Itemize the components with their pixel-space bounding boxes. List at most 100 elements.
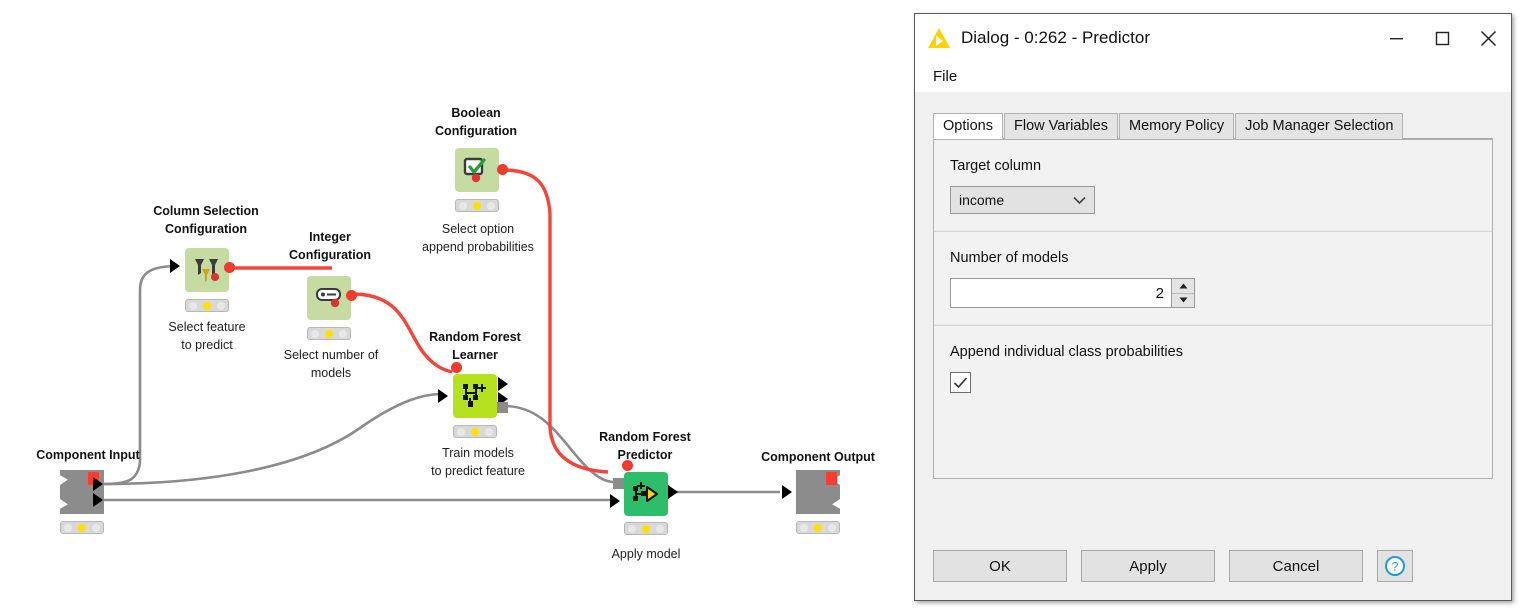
status-dot-right [92, 523, 100, 532]
dialog-menubar[interactable]: File [915, 62, 1511, 92]
append-probabilities-group: Append individual class probabilities [934, 326, 1492, 393]
column-selection-flow-out-port[interactable] [224, 262, 235, 273]
predictor-out-port[interactable] [668, 485, 678, 499]
node-label-component-output: Component Output [761, 450, 875, 464]
status-dot-center [78, 523, 86, 532]
input-port-1[interactable] [93, 477, 103, 491]
number-of-models-stepper[interactable]: 2 [950, 278, 1195, 308]
output-red-flag-icon [826, 472, 837, 485]
column-filter-icon [195, 259, 219, 282]
status-dot-left [628, 524, 636, 533]
status-dot-right [487, 201, 495, 210]
status-column-selection [185, 299, 229, 312]
predictor-data-in-port[interactable] [610, 494, 620, 508]
status-dot-left [189, 301, 197, 310]
learner-out-port-1[interactable] [498, 377, 508, 391]
cancel-button[interactable]: Cancel [1229, 550, 1363, 582]
dialog-titlebar[interactable]: Dialog - 0:262 - Predictor [915, 14, 1511, 62]
node-desc-boolean-configuration: Select option append probabilities [422, 222, 534, 255]
node-label-boolean-configuration: Boolean Configuration [435, 106, 517, 139]
predictor-model-in-port[interactable] [613, 478, 624, 489]
knime-triangle-icon [928, 28, 950, 48]
maximize-icon[interactable] [1419, 15, 1465, 61]
tab-memory-policy[interactable]: Memory Policy [1119, 113, 1235, 139]
target-column-select[interactable]: income [950, 186, 1095, 214]
integer-config-flow-out-port[interactable] [346, 290, 357, 301]
ok-button[interactable]: OK [933, 550, 1067, 582]
help-button[interactable]: ? [1377, 550, 1413, 582]
boolean-config-flow-out-port[interactable] [497, 164, 508, 175]
number-of-models-group: Number of models 2 [934, 232, 1492, 308]
stepper-down-icon[interactable] [1172, 294, 1194, 308]
apply-button[interactable]: Apply [1081, 550, 1215, 582]
random-forest-learner-icon [463, 384, 486, 407]
status-integer-config [307, 327, 351, 340]
status-component-output [796, 521, 840, 534]
close-icon[interactable] [1465, 15, 1511, 61]
node-label-integer-configuration: Integer Configuration [289, 230, 371, 263]
node-desc-integer-configuration: Select number of models [283, 348, 379, 381]
boolean-checkbox-icon [463, 157, 486, 183]
output-port-1[interactable] [782, 485, 792, 499]
random-forest-learner-box[interactable] [453, 374, 497, 418]
options-panel: Target column income Number of models 2 [933, 139, 1493, 479]
random-forest-predictor-box[interactable] [624, 472, 668, 516]
status-dot-left [311, 329, 319, 338]
append-probabilities-checkbox[interactable] [950, 372, 971, 393]
tab-job-manager-selection[interactable]: Job Manager Selection [1235, 113, 1404, 139]
status-dot-right [339, 329, 347, 338]
learner-flow-in-port[interactable] [451, 362, 462, 373]
status-random-forest-predictor [624, 522, 668, 535]
number-of-models-label: Number of models [950, 250, 1069, 266]
stepper-up-icon[interactable] [1172, 279, 1194, 294]
connection-wires [103, 168, 780, 502]
integer-spinner-icon [316, 288, 341, 308]
target-column-group: Target column income [934, 140, 1492, 214]
node-desc-random-forest-predictor: Apply model [611, 547, 681, 561]
help-icon: ? [1385, 556, 1405, 576]
status-dot-left [64, 523, 72, 532]
status-dot-left [457, 427, 465, 436]
tab-options[interactable]: Options [933, 113, 1003, 139]
status-dot-center [471, 427, 479, 436]
chevron-down-icon [1073, 196, 1086, 204]
menu-item-file[interactable]: File [933, 68, 957, 85]
integer-config-box[interactable] [307, 276, 351, 320]
status-dot-right [656, 524, 664, 533]
learner-model-out-port[interactable] [497, 402, 508, 413]
status-dot-center [325, 329, 333, 338]
minimize-icon[interactable] [1373, 15, 1419, 61]
checkmark-icon [953, 376, 968, 388]
workflow-canvas[interactable]: Component Input Column Selection Configu… [0, 0, 900, 616]
learner-data-in-port[interactable] [438, 389, 448, 403]
node-label-component-input: Component Input [36, 448, 140, 462]
status-boolean-config [455, 199, 499, 212]
column-selection-box[interactable] [185, 248, 229, 292]
status-dot-right [828, 523, 836, 532]
input-port-2[interactable] [93, 493, 103, 507]
column-selection-input-port[interactable] [170, 259, 180, 273]
stepper-arrows[interactable] [1171, 279, 1194, 307]
status-dot-center [642, 524, 650, 533]
dialog-tabstrip[interactable]: Options Flow Variables Memory Policy Job… [933, 112, 1493, 139]
status-dot-right [485, 427, 493, 436]
status-dot-center [814, 523, 822, 532]
svg-text:?: ? [1392, 560, 1399, 574]
tab-flow-variables[interactable]: Flow Variables [1003, 113, 1119, 139]
predictor-dialog-window[interactable]: Dialog - 0:262 - Predictor File Options … [914, 13, 1512, 601]
node-desc-random-forest-learner: Train models to predict feature [431, 446, 525, 479]
status-component-input [60, 521, 104, 534]
random-forest-predictor-icon [633, 482, 658, 502]
target-column-label: Target column [950, 158, 1042, 174]
status-dot-left [800, 523, 808, 532]
status-dot-center [203, 301, 211, 310]
target-column-value: income [959, 192, 1005, 208]
status-random-forest-learner [453, 425, 497, 438]
node-label-random-forest-learner: Random Forest Learner [429, 330, 521, 363]
status-dot-left [459, 201, 467, 210]
dialog-title: Dialog - 0:262 - Predictor [961, 28, 1150, 47]
boolean-config-box[interactable] [455, 148, 499, 192]
status-dot-center [473, 201, 481, 210]
number-of-models-value[interactable]: 2 [951, 279, 1171, 307]
predictor-flow-in-port[interactable] [622, 460, 633, 471]
